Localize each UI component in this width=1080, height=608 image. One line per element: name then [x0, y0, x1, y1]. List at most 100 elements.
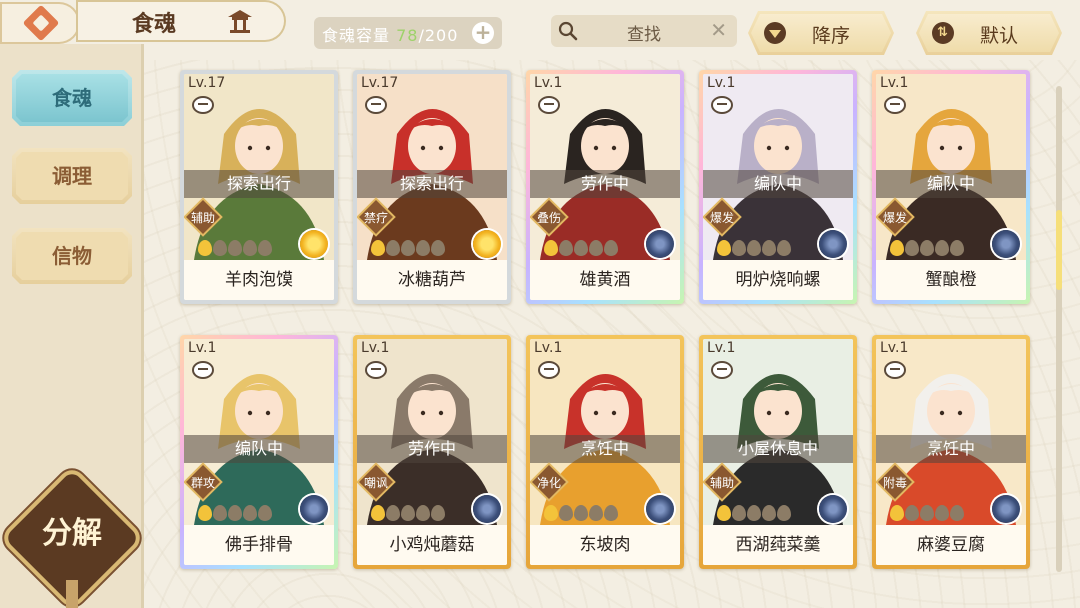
tab-tokens[interactable]: 信物 [12, 228, 132, 284]
element-badge-icon [819, 230, 847, 258]
flame-star-icon [559, 240, 573, 256]
food-soul-card[interactable]: Lv.17 探索出行 禁疗 冰糖葫芦 [353, 70, 511, 304]
level-label: Lv.1 [707, 75, 736, 91]
food-soul-card[interactable]: Lv.1 烹饪中 净化 东坡肉 [526, 335, 684, 569]
food-soul-card[interactable]: Lv.1 编队中 群攻 佛手排骨 [180, 335, 338, 569]
star-rating [717, 240, 792, 260]
level-label: Lv.1 [707, 340, 736, 356]
sort-type-button[interactable]: ⇅ 默认 [916, 11, 1062, 55]
role-label: 附毒 [882, 476, 907, 490]
tab-conditioning[interactable]: 调理 [12, 148, 132, 204]
food-soul-card[interactable]: Lv.1 小屋休息中 辅助 西湖莼菜羹 [699, 335, 857, 569]
role-badge: 净化 [532, 465, 566, 499]
flame-star-icon [243, 505, 257, 521]
food-soul-card[interactable]: Lv.1 编队中 爆发 蟹酿橙 [872, 70, 1030, 304]
back-arrow-icon [22, 4, 60, 42]
character-name: 雄黄酒 [530, 262, 680, 300]
card-face: Lv.1 劳作中 叠伤 雄黄酒 [530, 74, 680, 300]
flame-star-icon [950, 505, 964, 521]
level-label: Lv.1 [880, 340, 909, 356]
card-face: Lv.1 编队中 群攻 佛手排骨 [184, 339, 334, 565]
lock-icon[interactable] [538, 361, 560, 379]
lock-icon[interactable] [884, 361, 906, 379]
character-name: 冰糖葫芦 [357, 262, 507, 300]
star-rating [198, 240, 273, 260]
status-label: 烹饪中 [530, 435, 680, 463]
sort-toggle-icon: ⇅ [932, 22, 954, 44]
flame-star-icon [371, 505, 385, 521]
flame-star-icon [258, 505, 272, 521]
lock-icon[interactable] [711, 96, 733, 114]
food-soul-card[interactable]: Lv.1 烹饪中 附毒 麻婆豆腐 [872, 335, 1030, 569]
flame-star-icon [589, 505, 603, 521]
status-label: 编队中 [184, 435, 334, 463]
lock-icon[interactable] [538, 96, 560, 114]
food-soul-card[interactable]: Lv.1 编队中 爆发 明炉烧响螺 [699, 70, 857, 304]
flame-star-icon [574, 505, 588, 521]
role-label: 禁疗 [363, 211, 388, 225]
element-badge-icon [992, 230, 1020, 258]
food-soul-card[interactable]: Lv.1 劳作中 叠伤 雄黄酒 [526, 70, 684, 304]
element-badge-icon [646, 230, 674, 258]
lock-icon[interactable] [365, 96, 387, 114]
back-button[interactable] [0, 2, 80, 44]
flame-star-icon [905, 240, 919, 256]
flame-star-icon [589, 240, 603, 256]
flame-star-icon [935, 505, 949, 521]
lock-icon[interactable] [884, 96, 906, 114]
lock-icon[interactable] [192, 96, 214, 114]
character-name: 西湖莼菜羹 [703, 527, 853, 565]
role-badge: 禁疗 [359, 200, 393, 234]
element-badge-icon [473, 495, 501, 523]
clear-search-icon[interactable]: ✕ [710, 18, 727, 42]
flame-star-icon [747, 505, 761, 521]
search-box[interactable]: 查找 ✕ [551, 15, 737, 47]
flame-star-icon [717, 240, 731, 256]
lock-icon[interactable] [192, 361, 214, 379]
star-rating [371, 240, 446, 260]
tab-food-souls[interactable]: 食魂 [12, 70, 132, 126]
status-label: 探索出行 [357, 170, 507, 198]
status-label: 编队中 [703, 170, 853, 198]
role-badge: 爆发 [878, 200, 912, 234]
character-name: 蟹酿橙 [876, 262, 1026, 300]
flame-star-icon [198, 505, 212, 521]
card-face: Lv.1 小屋休息中 辅助 西湖莼菜羹 [703, 339, 853, 565]
flame-star-icon [228, 505, 242, 521]
flame-star-icon [777, 240, 791, 256]
food-soul-card[interactable]: Lv.1 劳作中 嘲讽 小鸡炖蘑菇 [353, 335, 511, 569]
sort-order-button[interactable]: 降序 [748, 11, 894, 55]
flame-star-icon [604, 240, 618, 256]
flame-star-icon [732, 240, 746, 256]
flame-star-icon [747, 240, 761, 256]
level-label: Lv.1 [534, 340, 563, 356]
scrollbar-thumb[interactable] [1056, 210, 1062, 290]
element-badge-icon [300, 495, 328, 523]
role-label: 辅助 [190, 211, 215, 225]
star-rating [890, 505, 965, 525]
level-label: Lv.1 [188, 340, 217, 356]
lock-icon[interactable] [365, 361, 387, 379]
level-label: Lv.1 [534, 75, 563, 91]
tab-label: 食魂 [52, 86, 92, 110]
status-label: 劳作中 [357, 435, 507, 463]
sort-descending-icon [764, 22, 786, 44]
food-soul-card[interactable]: Lv.17 探索出行 辅助 羊肉泡馍 [180, 70, 338, 304]
card-face: Lv.1 编队中 爆发 蟹酿橙 [876, 74, 1026, 300]
flame-star-icon [544, 505, 558, 521]
add-capacity-button[interactable]: + [472, 22, 494, 44]
flame-star-icon [228, 240, 242, 256]
flame-star-icon [762, 505, 776, 521]
flame-star-icon [920, 240, 934, 256]
flame-star-icon [905, 505, 919, 521]
star-rating [371, 505, 446, 525]
pavilion-icon[interactable] [226, 8, 254, 34]
role-label: 净化 [536, 476, 561, 490]
lock-icon[interactable] [711, 361, 733, 379]
scrollbar-track[interactable] [1056, 86, 1062, 572]
capacity-max: /200 [418, 26, 459, 45]
flame-star-icon [890, 505, 904, 521]
flame-star-icon [198, 240, 212, 256]
page-title: 食魂 [132, 12, 177, 37]
capacity-current: 78 [396, 26, 419, 45]
